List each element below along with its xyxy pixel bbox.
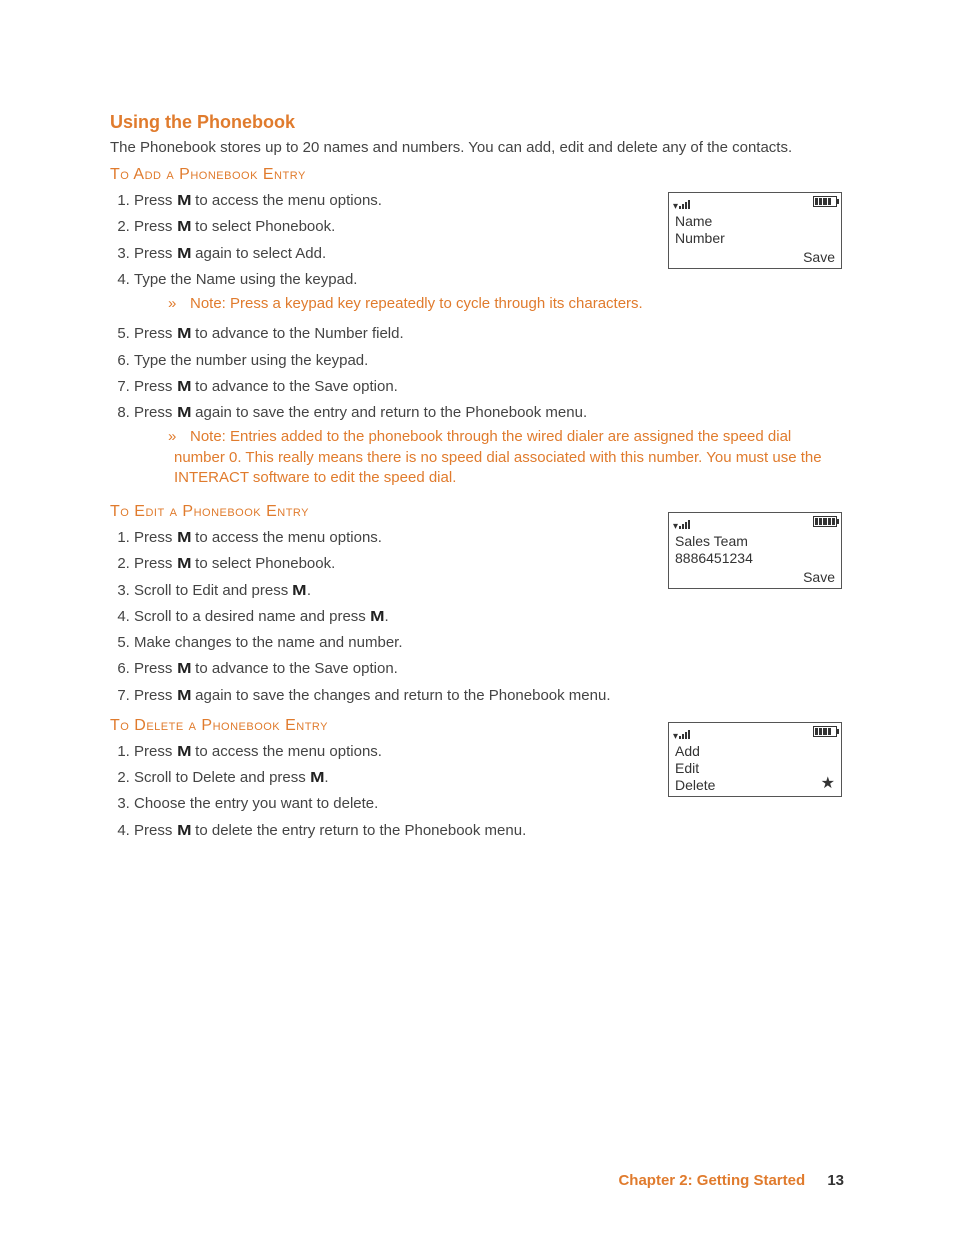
step: Make changes to the name and number.	[134, 630, 844, 656]
text: Press	[134, 529, 177, 546]
step: Type the number using the keypad.	[134, 348, 844, 374]
battery-icon	[813, 196, 837, 207]
step: Type the Name using the keypad. »Note: P…	[134, 267, 844, 322]
note-text: Note: Press a keypad key repeatedly to c…	[190, 295, 643, 312]
text: Type the number using the keypad.	[134, 352, 368, 369]
text: Press	[134, 743, 177, 760]
m-icon: M	[175, 324, 192, 344]
text: to select Phonebook.	[191, 555, 335, 572]
step: Press M to advance to the Number field.	[134, 321, 844, 347]
m-icon: M	[175, 742, 192, 762]
m-icon: M	[175, 686, 192, 706]
note: »Note: Press a keypad key repeatedly to …	[174, 294, 844, 314]
text: Type the Name using the keypad.	[134, 271, 357, 288]
step: Scroll to a desired name and press M.	[134, 604, 844, 630]
device-screen-menu: ▾ Add Edit Delete ★	[668, 722, 842, 797]
text: again to save the changes and return to …	[191, 687, 610, 704]
text: Press	[134, 325, 177, 342]
device-line: Delete ★	[675, 777, 835, 794]
text: to delete the entry return to the Phoneb…	[191, 822, 526, 839]
text: Scroll to a desired name and press	[134, 608, 370, 625]
text: again to select Add.	[191, 245, 326, 262]
bullet-icon: »	[168, 427, 190, 447]
page: Using the Phonebook The Phonebook stores…	[0, 0, 954, 1235]
step: Press M to advance to the Save option.	[134, 656, 844, 682]
m-icon: M	[175, 528, 192, 548]
text: Make changes to the name and number.	[134, 634, 403, 651]
m-icon: M	[175, 403, 192, 423]
device-statusbar: ▾	[669, 513, 841, 531]
m-icon: M	[175, 244, 192, 264]
star-icon: ★	[821, 777, 835, 791]
m-icon: M	[291, 581, 308, 601]
text: Delete	[675, 777, 715, 793]
device-line: Add	[675, 743, 835, 760]
signal-icon: ▾	[673, 726, 690, 742]
device-line: Name	[675, 213, 835, 230]
battery-icon	[813, 726, 837, 737]
m-icon: M	[175, 191, 192, 211]
device-screen-edit: ▾ Sales Team 8886451234 Save	[668, 512, 842, 589]
text: Press	[134, 687, 177, 704]
text: to advance to the Save option.	[191, 378, 398, 395]
text: to access the menu options.	[191, 743, 382, 760]
m-icon: M	[175, 659, 192, 679]
device-save-label: Save	[669, 249, 841, 268]
m-icon: M	[369, 607, 386, 627]
device-line: Number	[675, 230, 835, 247]
text: Press	[134, 404, 177, 421]
note: »Note: Entries added to the phonebook th…	[174, 427, 844, 488]
text: Press	[134, 218, 177, 235]
text: Press	[134, 192, 177, 209]
bullet-icon: »	[168, 294, 190, 314]
device-statusbar: ▾	[669, 723, 841, 741]
m-icon: M	[175, 377, 192, 397]
step: Press M again to save the entry and retu…	[134, 400, 844, 495]
note-text: Note: Entries added to the phonebook thr…	[174, 428, 822, 486]
text: Scroll to Edit and press	[134, 582, 292, 599]
step: Press M to advance to the Save option.	[134, 374, 844, 400]
section-heading: Using the Phonebook	[110, 112, 844, 133]
step: Press M again to save the changes and re…	[134, 683, 844, 709]
signal-icon: ▾	[673, 196, 690, 212]
m-icon: M	[175, 821, 192, 841]
chapter-label: Chapter 2: Getting Started	[618, 1172, 805, 1189]
device-screen-add: ▾ Name Number Save	[668, 192, 842, 269]
text: to advance to the Number field.	[191, 325, 404, 342]
page-footer: Chapter 2: Getting Started 13	[618, 1172, 844, 1189]
text: Press	[134, 660, 177, 677]
text: to access the menu options.	[191, 192, 382, 209]
page-number: 13	[827, 1172, 844, 1189]
m-icon: M	[175, 554, 192, 574]
device-line: Edit	[675, 760, 835, 777]
device-line: Sales Team	[675, 533, 835, 550]
text: Press	[134, 245, 177, 262]
device-statusbar: ▾	[669, 193, 841, 211]
signal-icon: ▾	[673, 516, 690, 532]
text: to select Phonebook.	[191, 218, 335, 235]
device-line: 8886451234	[675, 550, 835, 567]
intro-text: The Phonebook stores up to 20 names and …	[110, 139, 844, 156]
text: to advance to the Save option.	[191, 660, 398, 677]
device-save-label: Save	[669, 569, 841, 588]
text: Press	[134, 378, 177, 395]
text: Press	[134, 555, 177, 572]
step: Press M to delete the entry return to th…	[134, 818, 844, 844]
text: Scroll to Delete and press	[134, 769, 310, 786]
text: again to save the entry and return to th…	[191, 404, 587, 421]
battery-icon	[813, 516, 837, 527]
subheading-add: To Add a Phonebook Entry	[110, 166, 844, 184]
text: Press	[134, 822, 177, 839]
text: to access the menu options.	[191, 529, 382, 546]
text: Choose the entry you want to delete.	[134, 795, 378, 812]
m-icon: M	[309, 768, 326, 788]
m-icon: M	[175, 217, 192, 237]
